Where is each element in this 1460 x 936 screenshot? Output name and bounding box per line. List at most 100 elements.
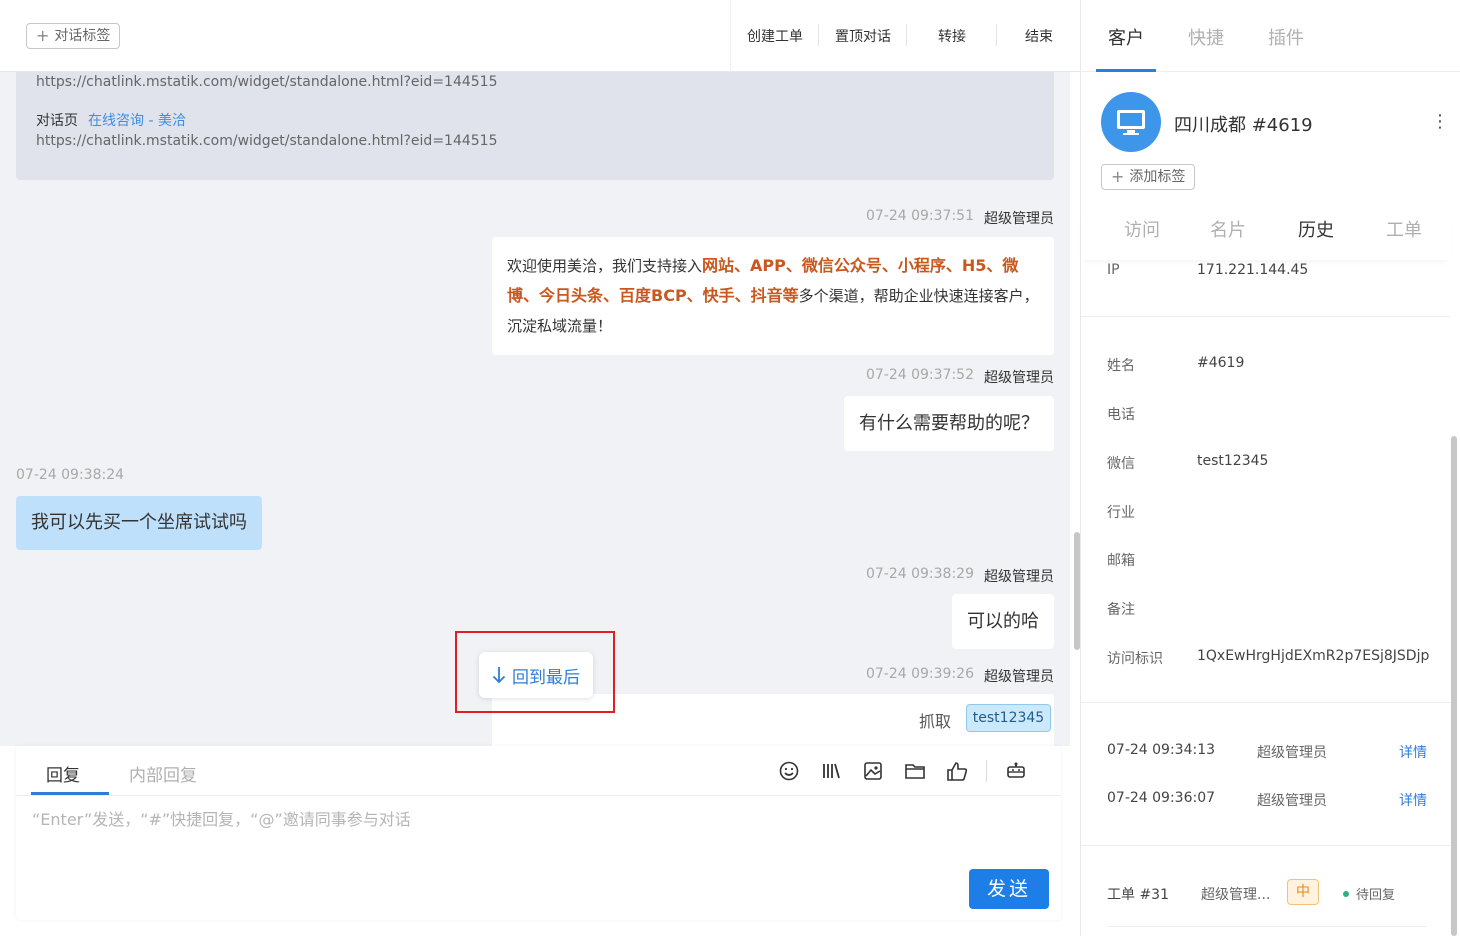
- ticket-priority-badge: 中: [1287, 879, 1319, 905]
- ip-value: 171.221.144.45: [1197, 262, 1309, 278]
- customer-panel: 客户 快捷 插件 四川成都 #4619 ⋮ + 添加标签 访问 名片 历史 工单…: [1080, 0, 1460, 936]
- field-value[interactable]: test12345: [1197, 453, 1268, 469]
- message-time: 07-24 09:38:24: [16, 467, 125, 483]
- conversation-page-url: https://chatlink.mstatik.com/widget/stan…: [36, 133, 498, 149]
- create-ticket-label: 创建工单: [747, 29, 803, 45]
- tab-history[interactable]: 历史: [1298, 216, 1334, 242]
- jump-to-last-label: 回到最后: [512, 667, 580, 688]
- message-meta: 07-24 09:37:52 超级管理员: [866, 367, 1054, 387]
- ticket-row[interactable]: 工单 #31 超级管理... 中 待回复: [1107, 879, 1447, 905]
- conversation-page-link[interactable]: 在线咨询 - 美洽: [88, 113, 186, 129]
- create-ticket-button[interactable]: 创建工单: [731, 0, 819, 72]
- field-label: 微信: [1107, 456, 1135, 472]
- toolbar-divider: [986, 760, 987, 782]
- robot-icon[interactable]: [995, 758, 1037, 784]
- message-time: 07-24 09:39:26: [865, 666, 974, 682]
- field-label: 行业: [1107, 505, 1135, 521]
- field-value[interactable]: #4619: [1197, 355, 1244, 371]
- avatar: [1101, 92, 1161, 152]
- field-label: 邮箱: [1107, 553, 1135, 569]
- divider: [1081, 702, 1451, 703]
- agent-message-bubble: 可以的哈: [952, 594, 1054, 649]
- status-dot-icon: [1343, 890, 1349, 897]
- agent-message-bubble: 欢迎使用美洽，我们支持接入网站、APP、微信公众号、小程序、H5、微博、今日头条…: [492, 237, 1054, 355]
- visit-url: https://chatlink.mstatik.com/widget/stan…: [36, 74, 498, 90]
- tab-tickets[interactable]: 工单: [1386, 216, 1422, 242]
- customer-name: 四川成都 #4619: [1174, 115, 1313, 136]
- composer-tools: [768, 758, 1037, 784]
- message-sender: 超级管理员: [984, 569, 1054, 585]
- grab-label: 抓取: [919, 712, 952, 731]
- active-tab-indicator: [31, 792, 109, 795]
- arrow-down-icon: [492, 667, 506, 684]
- message-sender: 超级管理员: [984, 669, 1054, 685]
- end-conversation-button[interactable]: 结束: [997, 0, 1081, 72]
- add-tag-button[interactable]: + 添加标签: [1101, 164, 1196, 190]
- composer-tabs: 回复 内部回复: [16, 746, 1061, 796]
- message-meta: 07-24 09:38:29 超级管理员: [866, 566, 1054, 586]
- conversation-tag-label: 对话标签: [54, 28, 111, 44]
- divider: [1081, 316, 1451, 317]
- ticket-status: 待回复: [1343, 884, 1395, 903]
- message-time: 07-24 09:38:29: [865, 566, 974, 582]
- message-time: 07-24 09:37:51: [865, 208, 974, 224]
- history-time: 07-24 09:36:07: [1107, 790, 1216, 806]
- active-tab-indicator: [1096, 69, 1156, 72]
- history-detail-link[interactable]: 详情: [1399, 742, 1427, 762]
- end-conversation-label: 结束: [1025, 29, 1053, 45]
- message-meta: 07-24 09:37:51 超级管理员: [866, 208, 1054, 228]
- conversation-page-label: 对话页: [36, 113, 78, 129]
- transfer-label: 转接: [938, 29, 966, 45]
- history-agent: 超级管理员: [1257, 745, 1327, 761]
- send-button[interactable]: 发送: [969, 869, 1049, 909]
- thumbs-up-icon[interactable]: [936, 758, 978, 784]
- tab-customer[interactable]: 客户: [1108, 24, 1144, 50]
- field-value: 1QxEwHrgHjdEXmR2p7ESj8JSDjp: [1197, 648, 1430, 664]
- image-icon[interactable]: [852, 758, 894, 784]
- ticket-status-label: 待回复: [1356, 888, 1396, 903]
- plus-icon: +: [1111, 167, 1125, 186]
- customer-message-bubble: 我可以先买一个坐席试试吗: [16, 496, 262, 550]
- conversation-tag-button[interactable]: + 对话标签: [26, 23, 121, 49]
- tab-visit[interactable]: 访问: [1124, 216, 1160, 242]
- plus-icon: +: [36, 26, 50, 45]
- panel-tabs: 客户 快捷 插件: [1081, 0, 1460, 72]
- folder-icon[interactable]: [894, 758, 936, 784]
- message-sender: 超级管理员: [984, 370, 1054, 386]
- jump-to-last-button[interactable]: 回到最后: [479, 652, 593, 698]
- pin-conversation-button[interactable]: 置顶对话: [819, 0, 907, 72]
- history-time: 07-24 09:34:13: [1107, 742, 1216, 758]
- more-options-icon[interactable]: ⋮: [1431, 110, 1449, 134]
- panel-scrollbar[interactable]: [1451, 436, 1457, 936]
- agent-message-bubble: 有什么需要帮助的呢？: [844, 396, 1054, 451]
- tab-reply[interactable]: 回复: [46, 761, 80, 786]
- grab-tag[interactable]: test12345: [966, 704, 1051, 732]
- message-meta: 07-24 09:39:26 超级管理员: [866, 666, 1054, 686]
- history-detail-link[interactable]: 详情: [1399, 790, 1427, 810]
- ip-label: IP: [1107, 262, 1120, 278]
- reply-composer: 回复 内部回复 “Enter”发送，“#”快捷回复，“@”邀请同事参与对话 发送: [16, 746, 1061, 920]
- quick-phrase-icon[interactable]: [810, 758, 852, 784]
- visit-info-box: https://chatlink.mstatik.com/widget/stan…: [16, 72, 1054, 180]
- conversation-toolbar: + 对话标签 创建工单 置顶对话 转接 结束: [0, 0, 1080, 72]
- tab-plugins[interactable]: 插件: [1268, 24, 1304, 50]
- reply-input[interactable]: “Enter”发送，“#”快捷回复，“@”邀请同事参与对话: [32, 806, 411, 830]
- divider: [1081, 845, 1451, 846]
- desktop-icon: [1117, 110, 1145, 135]
- app-window: + 对话标签 创建工单 置顶对话 转接 结束 https://chatlink.…: [0, 0, 1460, 936]
- message-sender: 超级管理员: [984, 211, 1054, 227]
- jump-highlight-box: 回到最后: [455, 631, 615, 713]
- transfer-button[interactable]: 转接: [907, 0, 997, 72]
- field-label: 访问标识: [1107, 651, 1163, 667]
- message-text: 欢迎使用美洽，我们支持接入: [507, 257, 703, 275]
- ticket-number: 工单 #31: [1107, 887, 1169, 903]
- conversation-actions: 创建工单 置顶对话 转接 结束: [730, 0, 1081, 72]
- add-tag-label: 添加标签: [1129, 169, 1186, 185]
- divider: [1107, 926, 1427, 927]
- field-label: 姓名: [1107, 358, 1135, 374]
- emoji-icon[interactable]: [768, 758, 810, 784]
- tab-card[interactable]: 名片: [1210, 216, 1246, 242]
- history-agent: 超级管理员: [1257, 793, 1327, 809]
- tab-internal-reply[interactable]: 内部回复: [129, 761, 197, 786]
- tab-shortcuts[interactable]: 快捷: [1188, 24, 1224, 50]
